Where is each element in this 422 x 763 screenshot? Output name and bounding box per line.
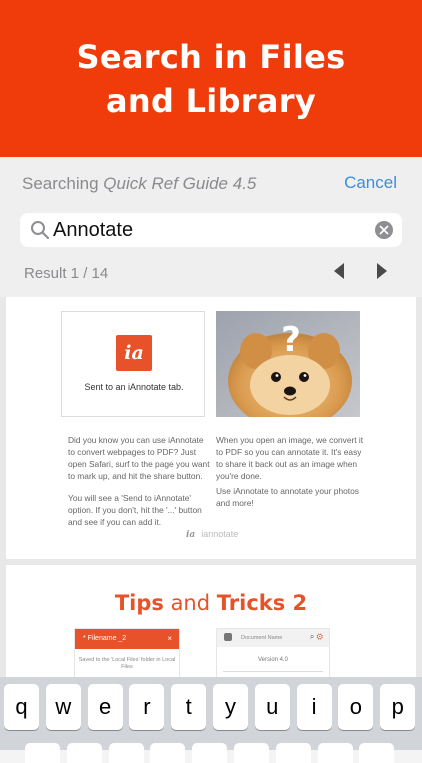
triangle-right-icon bbox=[377, 263, 387, 279]
page-heading: Tips and Tricks 2 bbox=[6, 591, 416, 615]
key-partial[interactable] bbox=[359, 743, 395, 763]
searching-prefix: Searching bbox=[22, 174, 99, 193]
cancel-button[interactable]: Cancel bbox=[344, 173, 397, 193]
ia-logo: ia bbox=[116, 335, 152, 371]
key-partial[interactable] bbox=[234, 743, 269, 763]
key-u[interactable]: u bbox=[254, 684, 290, 730]
search-icon bbox=[30, 220, 50, 245]
document-page: ia Sent to an iAnnotate tab. ? Did you k… bbox=[6, 297, 416, 559]
file-tab-text: Saved to the 'Local Files' folder in Loc… bbox=[78, 657, 176, 670]
document-info-illustration: Document Name ⌕ ⚙ Version 4.0 bbox=[216, 628, 330, 677]
heading-word: Tips bbox=[114, 591, 164, 615]
question-mark: ? bbox=[281, 320, 301, 360]
key-partial[interactable] bbox=[66, 743, 102, 763]
result-counter: Result 1 / 14 bbox=[24, 265, 109, 282]
tip-paragraph: When you open an image, we convert it to… bbox=[216, 435, 364, 481]
key-q[interactable]: q bbox=[4, 684, 39, 730]
heading-word: and bbox=[163, 591, 217, 615]
key-o[interactable]: o bbox=[338, 684, 374, 730]
tip-paragraph: You will see a 'Send to iAnnotate' optio… bbox=[68, 493, 202, 527]
next-result-button[interactable] bbox=[376, 263, 388, 284]
key-w[interactable]: w bbox=[45, 684, 81, 730]
document-info-bar: Document Name ⌕ ⚙ bbox=[217, 629, 329, 647]
searched-document-name: Quick Ref Guide 4.5 bbox=[103, 174, 257, 193]
document-page: Tips and Tricks 2 * Filename _2 × Saved … bbox=[6, 565, 416, 677]
triangle-left-icon bbox=[334, 263, 344, 279]
document-toolbar-icons: ⌕ ⚙ bbox=[309, 632, 323, 641]
key-i[interactable]: i bbox=[296, 684, 332, 730]
document-viewer[interactable]: ia Sent to an iAnnotate tab. ? Did you k… bbox=[0, 297, 422, 677]
key-partial[interactable] bbox=[317, 743, 353, 763]
heading-word: Tricks 2 bbox=[216, 591, 308, 615]
tip-paragraph: Did you know you can use iAnnotate to co… bbox=[68, 435, 210, 481]
clear-icon bbox=[379, 225, 389, 235]
document-icon bbox=[224, 633, 232, 641]
document-version: Version 4.0 bbox=[257, 657, 289, 663]
promo-banner: Search in Files and Library bbox=[0, 0, 422, 157]
key-partial[interactable] bbox=[275, 743, 311, 763]
key-y[interactable]: y bbox=[213, 684, 248, 730]
key-partial[interactable] bbox=[108, 743, 144, 763]
ia-caption: Sent to an iAnnotate tab. bbox=[84, 382, 184, 392]
search-panel: Searching Quick Ref Guide 4.5 Cancel Res… bbox=[0, 157, 422, 297]
searching-label: Searching Quick Ref Guide 4.5 bbox=[22, 174, 256, 194]
previous-result-button[interactable] bbox=[333, 263, 345, 284]
key-r[interactable]: r bbox=[129, 684, 165, 730]
dog-photo: ? bbox=[216, 311, 360, 417]
key-p[interactable]: p bbox=[380, 684, 416, 730]
footer-text: iannotate bbox=[201, 529, 239, 539]
page-footer-logo: ia iannotate bbox=[186, 529, 238, 540]
search-input[interactable] bbox=[53, 216, 353, 244]
search-field[interactable] bbox=[20, 213, 402, 247]
footer-mark: ia bbox=[186, 530, 196, 540]
key-partial[interactable] bbox=[192, 743, 228, 763]
tip-paragraph: Use iAnnotate to annotate your photos an… bbox=[216, 486, 359, 508]
key-e[interactable]: e bbox=[87, 684, 123, 730]
close-icon: × bbox=[167, 634, 172, 643]
divider bbox=[223, 671, 323, 672]
settings-icon: ⚙ bbox=[316, 632, 323, 641]
file-tab-bar: * Filename _2 × bbox=[75, 629, 179, 649]
file-tab-title: * Filename _2 bbox=[83, 635, 127, 642]
file-tab-illustration: * Filename _2 × Saved to the 'Local File… bbox=[74, 628, 180, 677]
banner-title: Search in Files and Library bbox=[76, 37, 346, 120]
key-partial[interactable] bbox=[150, 743, 186, 763]
key-t[interactable]: t bbox=[171, 684, 207, 730]
keyboard: qwertyuiop bbox=[0, 677, 422, 763]
clear-search-button[interactable] bbox=[375, 221, 393, 239]
send-to-ia-illustration: ia Sent to an iAnnotate tab. bbox=[61, 311, 205, 417]
document-name-label: Document Name bbox=[241, 635, 283, 641]
key-partial[interactable] bbox=[25, 743, 60, 763]
